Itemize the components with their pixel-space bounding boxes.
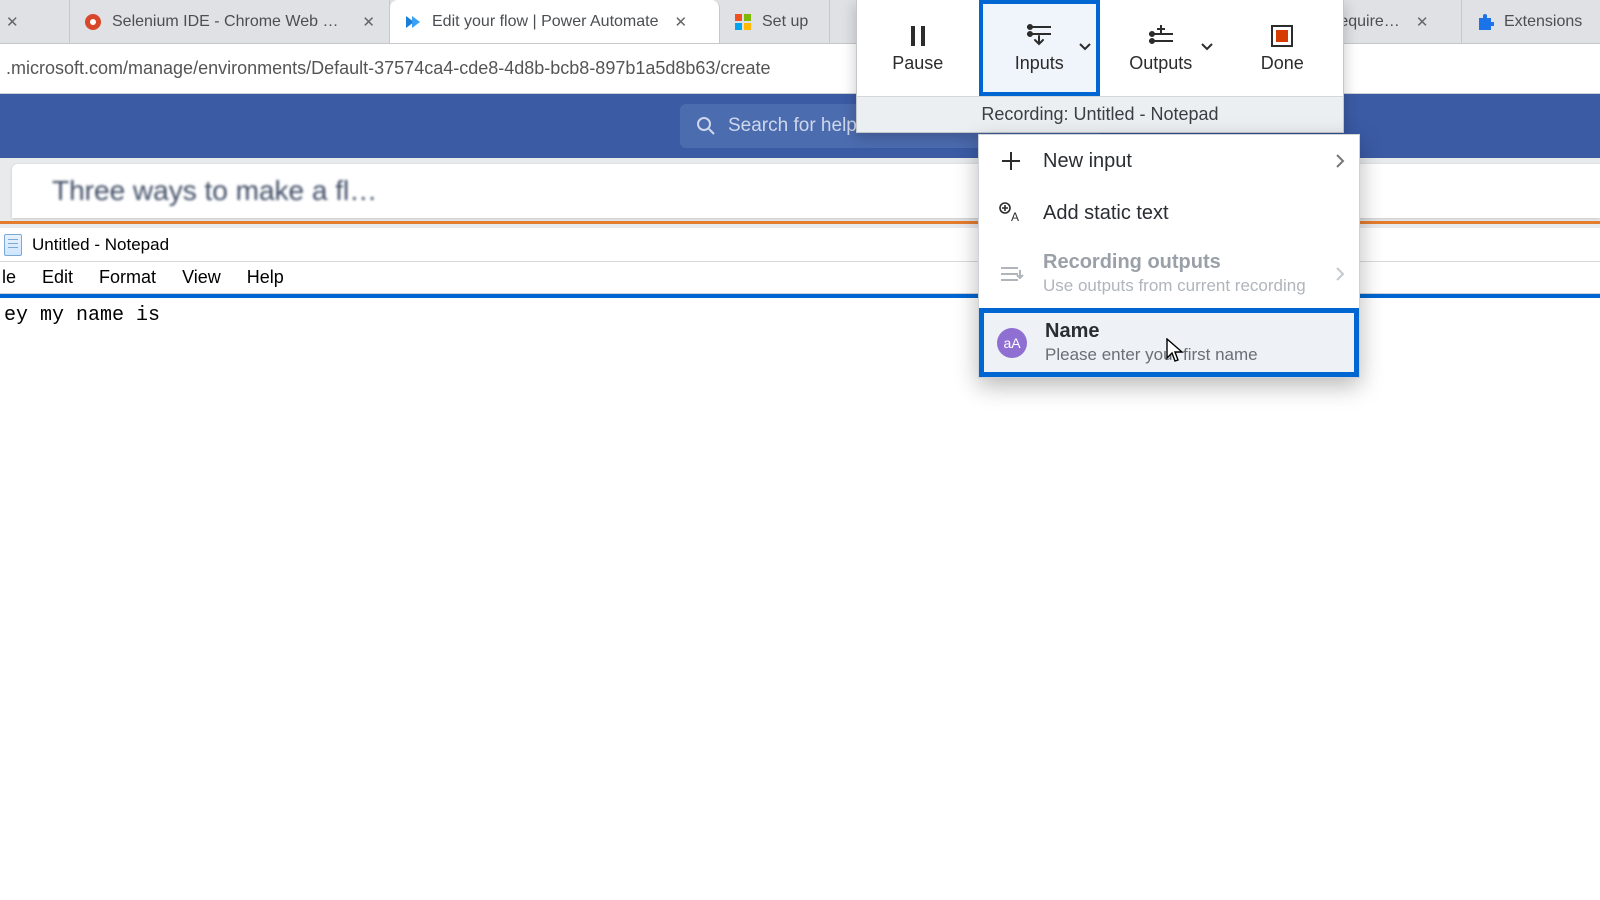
inputs-icon	[1024, 23, 1054, 49]
plus-icon	[997, 147, 1025, 175]
menu-label: Name	[1045, 320, 1258, 343]
menu-file[interactable]: le	[2, 267, 16, 288]
chevron-right-icon	[1335, 266, 1345, 282]
notepad-menubar: le Edit Format View Help	[0, 262, 1600, 294]
inputs-label: Inputs	[1015, 53, 1064, 74]
chevron-down-icon[interactable]	[1200, 42, 1214, 52]
notepad-text-area[interactable]: ey my name is	[0, 298, 1600, 333]
tab-blank[interactable]: ✕	[0, 0, 70, 43]
page-title: Three ways to make a fl…	[52, 175, 377, 207]
selenium-favicon-icon	[84, 13, 102, 31]
close-icon[interactable]: ✕	[1416, 13, 1429, 31]
subheader-bar: Three ways to make a fl…	[0, 158, 1600, 228]
menu-label: Recording outputs	[1043, 251, 1306, 274]
menu-item-recording-outputs: Recording outputs Use outputs from curre…	[979, 239, 1359, 308]
notepad-title: Untitled - Notepad	[32, 235, 169, 255]
recording-outputs-icon	[997, 260, 1025, 288]
close-icon[interactable]: ✕	[6, 13, 19, 31]
tab-extensions[interactable]: Extensions	[1462, 0, 1600, 43]
pause-icon	[905, 23, 931, 49]
svg-text:A: A	[1011, 210, 1019, 224]
menu-help[interactable]: Help	[247, 267, 284, 288]
power-automate-favicon-icon	[404, 13, 422, 31]
inputs-button[interactable]: Inputs	[979, 0, 1101, 96]
menu-view[interactable]: View	[182, 267, 221, 288]
puzzle-icon	[1476, 13, 1494, 31]
page-header-band: Search for helpful resources	[0, 94, 1600, 158]
menu-format[interactable]: Format	[99, 267, 156, 288]
notepad-window: Untitled - Notepad le Edit Format View H…	[0, 228, 1600, 900]
search-icon	[696, 116, 716, 136]
address-bar[interactable]: .microsoft.com/manage/environments/Defau…	[0, 44, 1600, 94]
menu-edit[interactable]: Edit	[42, 267, 73, 288]
tab-label: Edit your flow | Power Automate	[432, 13, 658, 31]
menu-sublabel: Please enter your first name	[1045, 345, 1258, 365]
stop-icon	[1269, 23, 1295, 49]
notepad-icon	[4, 234, 22, 256]
url-text: .microsoft.com/manage/environments/Defau…	[6, 58, 770, 79]
outputs-label: Outputs	[1129, 53, 1192, 74]
tab-label: Extensions	[1504, 13, 1582, 31]
pause-label: Pause	[892, 53, 943, 74]
outputs-button[interactable]: Outputs	[1100, 0, 1222, 96]
tab-power-automate[interactable]: Edit your flow | Power Automate ✕	[390, 0, 720, 43]
recorder-toolbar: Pause Inputs Outputs Done R	[856, 0, 1344, 133]
menu-item-add-static-text[interactable]: A Add static text	[979, 187, 1359, 239]
menu-sublabel: Use outputs from current recording	[1043, 276, 1306, 296]
close-icon[interactable]: ✕	[674, 13, 687, 31]
done-button[interactable]: Done	[1222, 0, 1344, 96]
chevron-down-icon[interactable]	[1078, 42, 1092, 52]
menu-label: New input	[1043, 150, 1132, 173]
chevron-right-icon	[1335, 153, 1345, 169]
tab-label: Selenium IDE - Chrome Web Sto…	[112, 13, 346, 31]
tab-setup[interactable]: Set up	[720, 0, 830, 43]
tab-selenium[interactable]: Selenium IDE - Chrome Web Sto… ✕	[70, 0, 390, 43]
outputs-icon	[1146, 23, 1176, 49]
mouse-cursor-icon	[1166, 338, 1184, 364]
tab-label: Set up	[762, 13, 808, 31]
pause-button[interactable]: Pause	[857, 0, 979, 96]
done-label: Done	[1261, 53, 1304, 74]
close-icon[interactable]: ✕	[362, 13, 375, 31]
menu-label: Add static text	[1043, 202, 1169, 225]
accent-line	[0, 221, 1600, 224]
notepad-titlebar[interactable]: Untitled - Notepad	[0, 228, 1600, 262]
microsoft-favicon-icon	[734, 13, 752, 31]
recorder-status: Recording: Untitled - Notepad	[857, 96, 1343, 132]
menu-item-new-input[interactable]: New input	[979, 135, 1359, 187]
browser-tab-strip: ✕ Selenium IDE - Chrome Web Sto… ✕ Edit …	[0, 0, 1600, 44]
text-input-icon: aA	[997, 328, 1027, 358]
static-text-icon: A	[997, 199, 1025, 227]
